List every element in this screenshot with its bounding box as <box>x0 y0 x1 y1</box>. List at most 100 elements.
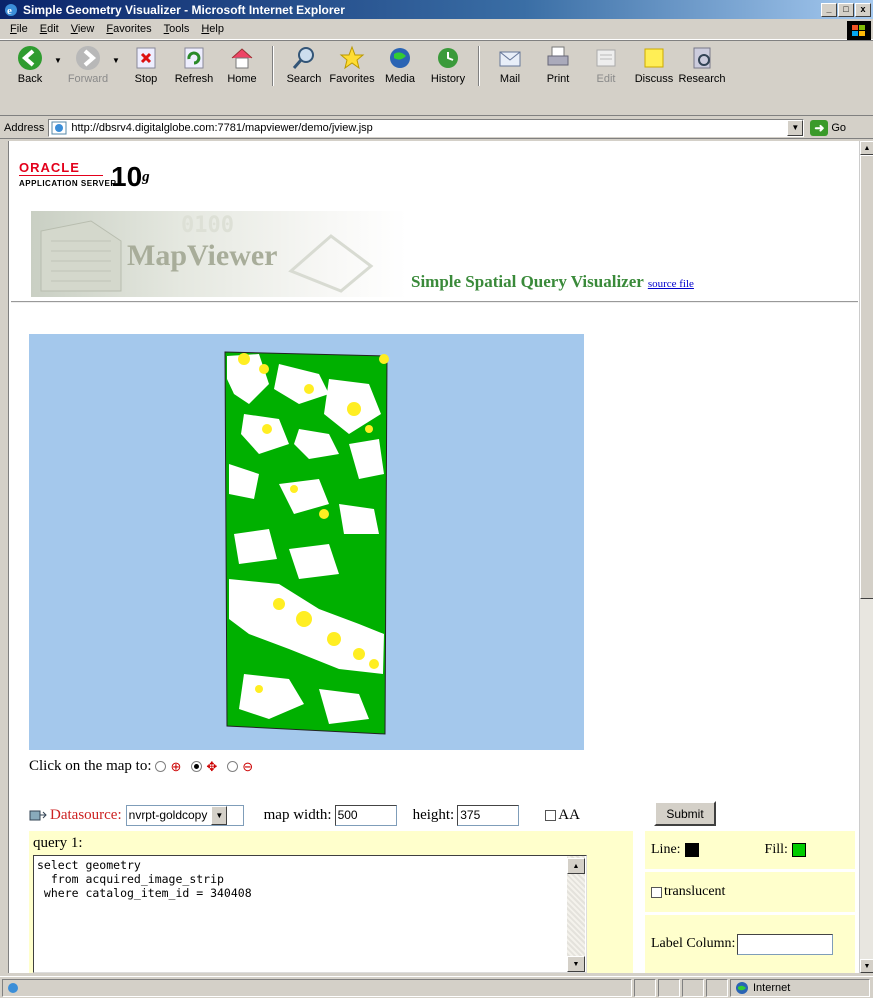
close-button[interactable]: x <box>855 2 871 17</box>
search-button[interactable]: Search <box>280 44 328 85</box>
zoom-out-icon: ⊖ <box>242 758 254 774</box>
home-icon <box>231 48 253 69</box>
standard-toolbar: Back ▼ Forward ▼ Stop Refresh Home Searc… <box>0 40 873 116</box>
media-icon <box>390 48 410 68</box>
address-input[interactable]: http://dbsrv4.digitalglobe.com:7781/mapv… <box>48 118 805 137</box>
star-icon <box>339 45 365 70</box>
address-url: http://dbsrv4.digitalglobe.com:7781/mapv… <box>71 121 373 134</box>
version-logo: 10g <box>111 161 150 192</box>
stop-icon <box>136 47 156 69</box>
pan-icon: ✥ <box>206 758 218 774</box>
submit-button[interactable]: Submit <box>654 801 716 826</box>
zoom-in-icon: ⊕ <box>170 758 182 774</box>
query-scrollbar[interactable]: ▲ ▼ <box>567 856 585 972</box>
scroll-up-icon[interactable]: ▲ <box>860 141 873 155</box>
menu-favorites[interactable]: Favorites <box>100 23 157 35</box>
aa-checkbox[interactable] <box>545 809 557 821</box>
datasource-select[interactable]: nvrpt-goldcopy ▼ <box>125 804 244 826</box>
discuss-button[interactable]: Discuss <box>630 44 678 85</box>
menu-edit[interactable]: Edit <box>34 23 65 35</box>
source-file-link[interactable]: source file <box>648 278 694 290</box>
minimize-button[interactable]: _ <box>821 2 837 17</box>
refresh-icon <box>184 47 204 69</box>
status-text-pane <box>2 978 632 997</box>
back-button[interactable]: Back <box>6 44 54 85</box>
address-dropdown-button[interactable]: ▼ <box>787 119 804 136</box>
map-width-input[interactable]: 500 <box>334 804 397 826</box>
scroll-down-icon[interactable]: ▼ <box>860 959 873 973</box>
refresh-button[interactable]: Refresh <box>170 44 218 85</box>
internet-globe-icon <box>736 981 748 994</box>
printer-icon <box>547 46 569 66</box>
menu-tools[interactable]: Tools <box>158 23 196 35</box>
page-title: Simple Spatial Query Visualizer source fi… <box>411 272 694 291</box>
aa-label: AA <box>558 806 580 823</box>
page-content: ORACLE APPLICATION SERVER 10g 0100 MapVi… <box>8 141 859 973</box>
map-height-input[interactable]: 375 <box>457 804 520 826</box>
scroll-up-icon[interactable]: ▲ <box>567 858 585 874</box>
menu-view[interactable]: View <box>65 23 101 35</box>
print-button[interactable]: Print <box>534 44 582 85</box>
research-icon <box>693 47 711 69</box>
stop-button[interactable]: Stop <box>122 44 170 85</box>
translucent-checkbox[interactable] <box>651 886 662 898</box>
style-options-panel: Line: Fill: translucent Label Column: <box>645 831 855 973</box>
title-bar[interactable]: e Simple Geometry Visualizer - Microsoft… <box>0 0 873 19</box>
go-button[interactable]: ➜ Go <box>810 119 846 136</box>
menu-help[interactable]: Help <box>195 23 230 35</box>
map-canvas[interactable] <box>29 334 584 750</box>
svg-text:e: e <box>7 5 12 17</box>
maximize-button[interactable]: □ <box>838 2 854 17</box>
map-height-label: height: <box>412 806 455 823</box>
geometry-strip <box>224 351 389 735</box>
translucent-label: translucent <box>664 884 726 899</box>
fill-color-swatch[interactable] <box>791 843 806 857</box>
browser-window: e Simple Geometry Visualizer - Microsoft… <box>0 0 873 998</box>
address-bar: Address http://dbsrv4.digitalglobe.com:7… <box>0 117 873 139</box>
scroll-thumb[interactable] <box>860 155 873 599</box>
zoom-in-radio[interactable] <box>155 761 167 772</box>
forward-dropdown[interactable]: ▼ <box>112 44 122 65</box>
address-label: Address <box>4 121 45 134</box>
favorites-button[interactable]: Favorites <box>328 44 376 85</box>
back-dropdown[interactable]: ▼ <box>54 44 64 65</box>
pan-radio[interactable] <box>191 761 203 772</box>
divider <box>11 301 858 303</box>
datasource-icon <box>29 810 47 821</box>
page-icon <box>8 982 18 993</box>
label-column-label: Label Column: <box>651 936 736 951</box>
mail-button[interactable]: Mail <box>486 44 534 85</box>
history-button[interactable]: History <box>424 44 472 85</box>
mail-icon <box>499 51 521 67</box>
line-label: Line: <box>651 842 681 857</box>
oracle-logo: ORACLE APPLICATION SERVER 10g <box>19 160 150 192</box>
edit-icon <box>596 49 616 67</box>
window-title: Simple Geometry Visualizer - Microsoft I… <box>23 2 345 17</box>
media-button[interactable]: Media <box>376 44 424 85</box>
research-button[interactable]: Research <box>678 44 726 85</box>
datasource-label: Datasource: <box>50 806 122 823</box>
search-icon <box>292 47 314 69</box>
label-column-input[interactable] <box>737 933 834 955</box>
zoom-out-radio[interactable] <box>227 761 239 772</box>
go-arrow-icon: ➜ <box>810 119 829 136</box>
map-settings-row: Datasource: nvrpt-goldcopy ▼ map width: … <box>29 803 859 827</box>
windows-logo-icon <box>847 21 871 40</box>
forward-arrow-icon <box>76 46 100 70</box>
query-textarea[interactable]: select geometry from acquired_image_stri… <box>33 855 587 973</box>
back-arrow-icon <box>18 46 42 70</box>
query-panel: query 1: select geometry from acquired_i… <box>29 831 633 973</box>
menu-file[interactable]: File <box>4 23 34 35</box>
chevron-down-icon: ▼ <box>211 805 228 825</box>
click-mode-row: Click on the map to: ⊕ ✥ ⊖ <box>29 758 254 774</box>
forward-button[interactable]: Forward <box>64 44 112 85</box>
edit-button[interactable]: Edit <box>582 44 630 85</box>
page-icon <box>51 121 67 134</box>
line-color-swatch[interactable] <box>684 843 699 857</box>
page-scrollbar[interactable]: ▲ ▼ <box>859 141 873 973</box>
scroll-down-icon[interactable]: ▼ <box>567 956 585 972</box>
ie-logo-icon: e <box>5 3 17 17</box>
map-width-label: map width: <box>263 806 332 823</box>
zone-pane: Internet <box>730 978 870 997</box>
home-button[interactable]: Home <box>218 44 266 85</box>
